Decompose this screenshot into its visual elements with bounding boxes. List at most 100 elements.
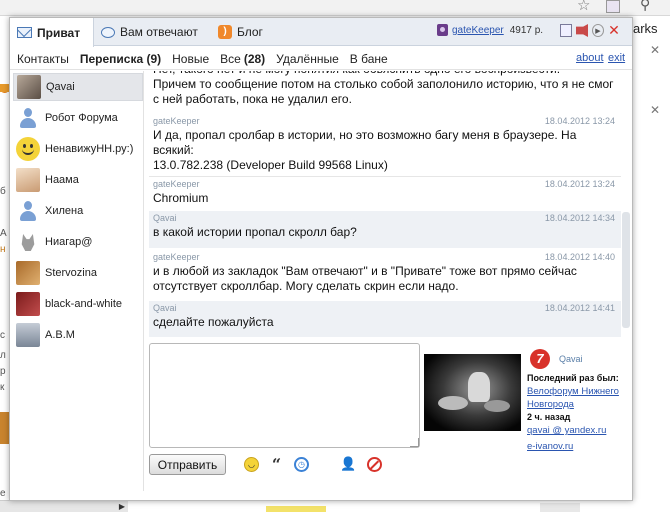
about-link[interactable]: about	[576, 52, 604, 64]
speech-bubble-icon	[101, 26, 115, 38]
contact-item[interactable]: Хилена	[13, 197, 143, 225]
sound-icon[interactable]	[576, 24, 588, 37]
last-seen-label: Последний раз был:	[527, 373, 619, 383]
ban-icon[interactable]	[367, 457, 382, 472]
close-icon[interactable]: ✕	[650, 103, 660, 117]
profile-name: Qavai	[559, 354, 583, 364]
message: gateKeeper 18.04.2012 13:24 И да, пропал …	[149, 114, 621, 173]
avatar	[16, 261, 40, 285]
contact-item[interactable]: Робот Форума	[13, 104, 143, 132]
contact-photo	[424, 354, 521, 431]
contact-item[interactable]: Qavai	[13, 73, 143, 101]
avatar	[16, 137, 40, 161]
horizontal-scrollbar[interactable]: ▶	[0, 500, 128, 512]
close-icon[interactable]: ✕	[650, 43, 660, 57]
last-seen-time: 2 ч. назад	[527, 412, 571, 422]
envelope-icon	[17, 27, 32, 38]
subnav-all[interactable]: Все	[220, 52, 241, 66]
message-text: И да, пропал сролбар в истории, но это в…	[153, 128, 577, 172]
avatar	[16, 230, 40, 254]
contact-item[interactable]: Наама	[13, 166, 143, 194]
document-icon[interactable]	[560, 24, 572, 37]
subnav-conversation[interactable]: Переписка (9)	[80, 52, 161, 66]
page-decoration	[266, 506, 326, 512]
tab-replies[interactable]: Вам отвечают	[101, 18, 198, 46]
message-author: gateKeeper	[153, 179, 200, 189]
forum-link[interactable]: Новгорода	[527, 399, 574, 410]
message-scrollbar[interactable]	[622, 212, 630, 328]
extension-icon[interactable]	[606, 0, 620, 13]
message-author: gateKeeper	[153, 252, 200, 262]
message-text: в какой истории пропал скролл бар?	[153, 225, 357, 239]
email-link[interactable]: qavai @ yandex.ru	[527, 425, 606, 436]
subnav-all-count: (28)	[243, 51, 266, 66]
user-badge-icon	[437, 24, 448, 36]
message-author: gateKeeper	[153, 116, 200, 126]
message: Qavai 18.04.2012 14:41 сделайте пожалуйст…	[149, 301, 621, 337]
avatar	[17, 75, 41, 99]
message: Нет, такого нет и не могу понятия как об…	[149, 71, 621, 107]
message-date: 18.04.2012 13:24	[544, 179, 615, 189]
message: gateKeeper 18.04.2012 13:24 Chromium	[149, 176, 621, 206]
play-icon[interactable]: ▶	[592, 24, 604, 37]
page-decoration	[0, 412, 9, 444]
subnav: Контакты Переписка (9) Новые Все (28) Уд…	[10, 48, 632, 70]
user-info: gateKeeper 4917 р.	[437, 24, 543, 36]
send-button[interactable]: Отправить	[149, 454, 226, 475]
page-decoration	[0, 84, 9, 92]
bookmark-star-icon[interactable]: ☆	[577, 0, 590, 14]
user-points: 4917 р.	[509, 24, 544, 36]
avatar	[16, 168, 40, 192]
resize-grip-icon[interactable]	[410, 438, 419, 447]
avatar	[16, 199, 40, 223]
message-date: 18.04.2012 14:41	[544, 303, 615, 313]
avatar	[16, 106, 40, 130]
panel-tab-bar: Приват Вам отвечают ) Блог gateKeeper 49…	[10, 18, 632, 47]
message-date: 18.04.2012 13:24	[544, 116, 615, 126]
exit-link[interactable]: exit	[608, 52, 625, 64]
add-user-icon[interactable]: 👤	[340, 457, 356, 472]
message-text: и в любой из закладок "Вам отвечают" и в…	[153, 264, 577, 293]
subnav-deleted[interactable]: Удалённые	[276, 52, 339, 66]
message: gateKeeper 18.04.2012 14:40 и в любой из …	[149, 250, 621, 294]
wrench-icon[interactable]: ⚲	[640, 0, 650, 13]
contact-item[interactable]: Stervozina	[13, 259, 143, 287]
message-input[interactable]	[149, 343, 420, 448]
message-date: 18.04.2012 14:40	[544, 252, 615, 262]
username-link[interactable]: gateKeeper	[452, 25, 504, 36]
rss-icon: )	[218, 25, 232, 39]
subnav-banned[interactable]: В бане	[350, 52, 388, 66]
site-link[interactable]: e-ivanov.ru	[527, 441, 573, 452]
avatar	[16, 292, 40, 316]
clock-icon[interactable]: ◷	[294, 457, 309, 472]
message-text: Нет, такого нет и не могу понятия как об…	[153, 71, 614, 106]
close-icon[interactable]: ✕	[608, 23, 620, 39]
browser-toolbar: ☆ ⚲	[0, 0, 670, 16]
contact-item[interactable]: НенавижуНН.ру:)	[13, 135, 143, 163]
page-decoration	[540, 503, 580, 512]
message-date: 18.04.2012 14:34	[544, 213, 615, 223]
tab-blog[interactable]: ) Блог	[218, 18, 263, 46]
forum-link[interactable]: Велофорум Нижнего	[527, 386, 619, 397]
contact-item[interactable]: Ниагар@	[13, 228, 143, 256]
smiley-icon[interactable]: ◡	[244, 457, 259, 472]
subnav-contacts[interactable]: Контакты	[17, 52, 69, 66]
quote-icon[interactable]: “	[269, 455, 284, 474]
message-author: Qavai	[153, 213, 177, 223]
subnav-new[interactable]: Новые	[172, 52, 209, 66]
message-history[interactable]: Нет, такого нет и не могу понятия как об…	[149, 71, 621, 337]
message: Qavai 18.04.2012 14:34 в какой истории пр…	[149, 211, 621, 248]
header-controls: ▶ ✕	[560, 23, 620, 39]
message-author: Qavai	[153, 303, 177, 313]
private-messages-panel: Приват Вам отвечают ) Блог gateKeeper 49…	[9, 17, 633, 501]
scroll-right-arrow-icon[interactable]: ▶	[119, 502, 125, 511]
bookmarks-label-fragment: arks	[633, 21, 658, 36]
avatar	[16, 323, 40, 347]
message-text: Chromium	[153, 191, 209, 205]
message-text: сделайте пожалуйста	[153, 315, 274, 329]
contacts-list: Qavai Робот Форума НенавижуНН.ру:) Наама…	[10, 71, 144, 491]
tab-private[interactable]: Приват	[10, 18, 94, 47]
contact-item[interactable]: black-and-white	[13, 290, 143, 318]
rank-badge-icon: 7	[530, 349, 550, 369]
contact-item[interactable]: A.B.M	[13, 321, 143, 349]
